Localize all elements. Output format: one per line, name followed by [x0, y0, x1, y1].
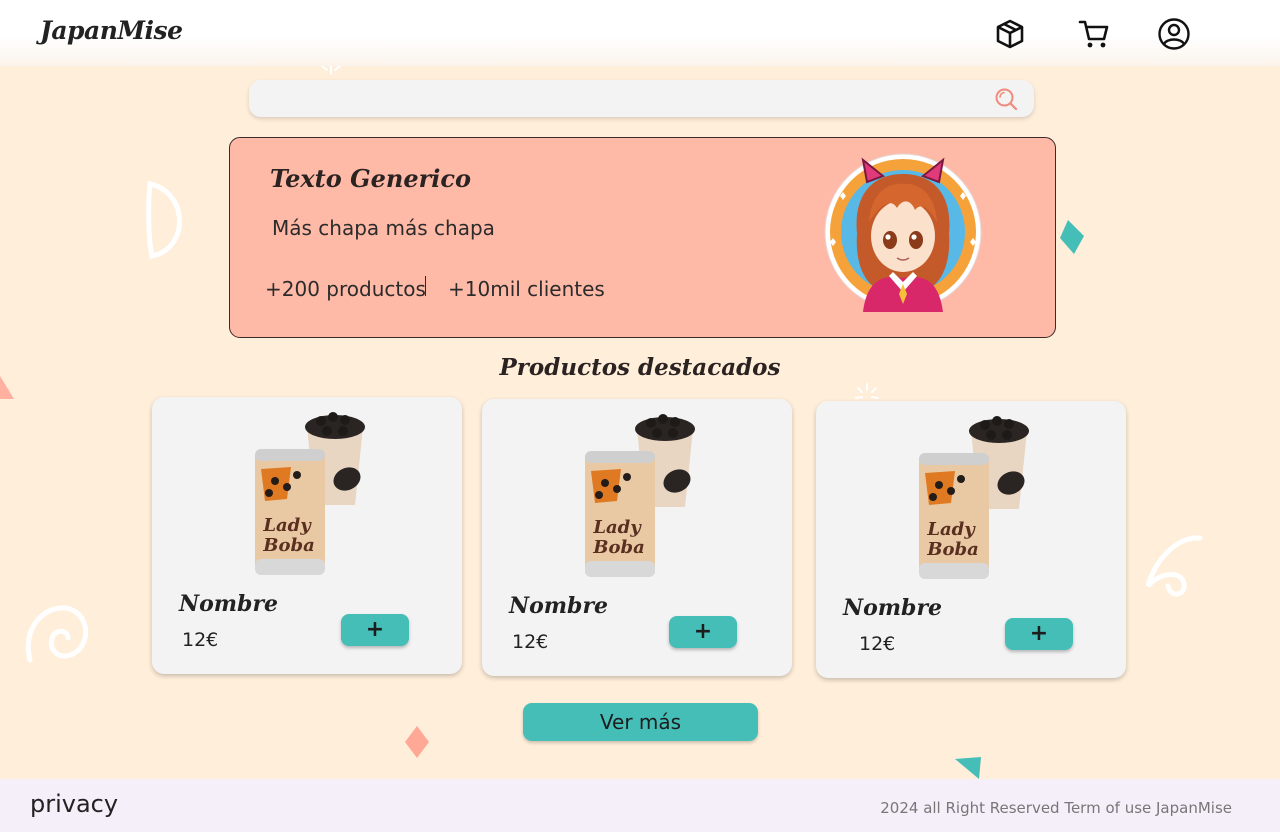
add-to-cart-button[interactable]: +	[669, 616, 737, 648]
product-name: Nombre	[843, 595, 943, 621]
add-to-cart-button[interactable]: +	[1005, 618, 1073, 650]
search-icon[interactable]	[994, 87, 1018, 111]
product-price: 12€	[182, 629, 219, 651]
cart-button[interactable]	[1077, 17, 1111, 51]
hero-title: Texto Generico	[270, 164, 471, 193]
svg-text:Lady: Lady	[592, 517, 642, 538]
privacy-link[interactable]: privacy	[30, 790, 118, 818]
hero-banner: Texto Generico Más chapa más chapa +200 …	[229, 137, 1056, 338]
search-input[interactable]	[263, 86, 983, 111]
product-price: 12€	[512, 631, 549, 653]
anime-mascot-avatar	[824, 153, 982, 312]
featured-section-title: Productos destacados	[499, 354, 781, 381]
product-name: Nombre	[179, 591, 279, 617]
stat-clients: +10mil clientes	[448, 277, 605, 301]
copyright-text: 2024 all Right Reserved Term of use Japa…	[880, 799, 1232, 817]
boba-drink-image: Lady Boba	[585, 414, 695, 577]
product-price: 12€	[859, 633, 896, 655]
decor-triangle-teal	[955, 757, 981, 779]
user-icon	[1158, 18, 1190, 50]
product-card[interactable]: Lady Boba Nombre 12€ +	[816, 401, 1126, 678]
see-more-button[interactable]: Ver más	[523, 703, 758, 741]
decor-spiral-left	[25, 605, 89, 663]
svg-text:Lady: Lady	[262, 515, 312, 536]
decor-crescent-shape	[146, 180, 182, 259]
boba-drink-image: Lady Boba	[255, 412, 365, 575]
stat-products: +200 productos	[265, 277, 426, 301]
add-to-cart-button[interactable]: +	[341, 614, 409, 646]
boba-drink-image: Lady Boba	[919, 416, 1029, 579]
decor-diamond-coral	[405, 726, 429, 758]
hero-subtitle: Más chapa más chapa	[272, 216, 495, 240]
decor-swirl-right	[1145, 535, 1203, 597]
top-header: JapanMise	[0, 0, 1280, 66]
decor-sparkle	[855, 383, 879, 399]
product-card[interactable]: Lady Boba Nombre 12€ +	[152, 397, 462, 674]
svg-text:Boba: Boba	[926, 539, 978, 560]
orders-button[interactable]	[993, 17, 1027, 51]
decor-diamond-teal	[1060, 220, 1084, 254]
search-bar	[249, 80, 1034, 117]
svg-text:Boba: Boba	[592, 537, 644, 558]
svg-text:Boba: Boba	[262, 535, 314, 556]
account-button[interactable]	[1157, 17, 1191, 51]
footer: privacy 2024 all Right Reserved Term of …	[0, 779, 1280, 832]
logo[interactable]: JapanMise	[40, 16, 183, 45]
product-name: Nombre	[509, 593, 609, 619]
svg-text:Lady: Lady	[926, 519, 976, 540]
product-card[interactable]: Lady Boba Nombre 12€ +	[482, 399, 792, 676]
cart-icon	[1078, 20, 1109, 48]
stat-divider	[425, 276, 426, 296]
box-icon	[996, 19, 1024, 49]
